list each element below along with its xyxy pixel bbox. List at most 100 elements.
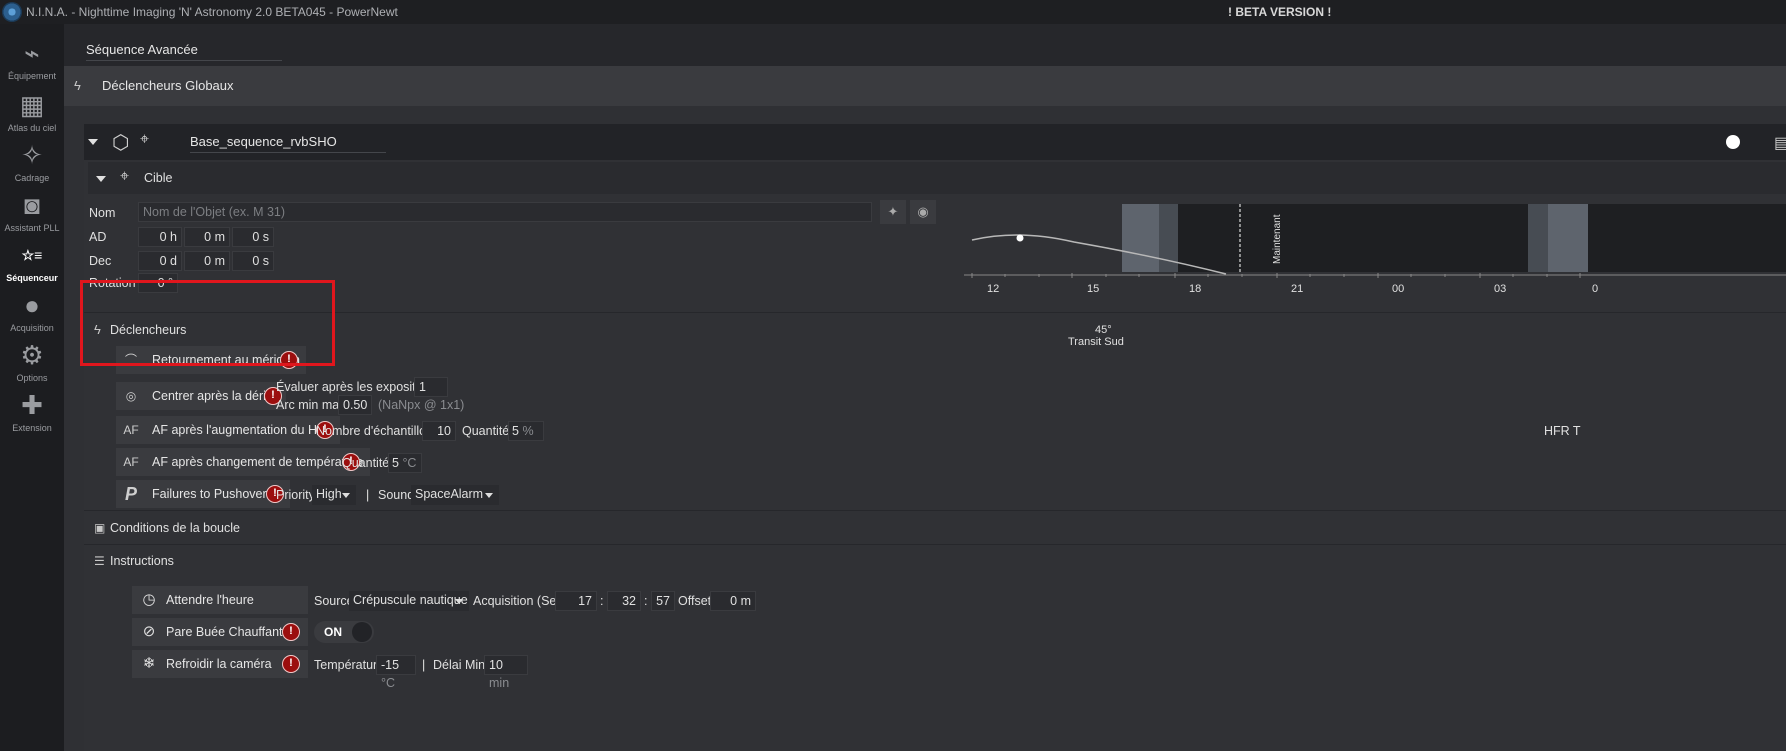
trigger-name: AF après changement de température: [152, 455, 364, 469]
sound-dropdown[interactable]: SpaceAlarm: [411, 485, 499, 505]
location-pin-icon[interactable]: ◉: [910, 200, 936, 224]
target-section-label: Cible: [144, 171, 173, 185]
sidebar-item-equipment[interactable]: ⌁ Équipement: [0, 38, 64, 81]
collapse-chevron-icon[interactable]: [96, 176, 106, 182]
instruction-cool-camera[interactable]: ❄ Refroidir la caméra !: [132, 650, 308, 678]
sidebar-item-extension[interactable]: ✚ Extension: [0, 390, 64, 433]
clock-icon: ◷: [142, 591, 156, 608]
sidebar-item-label: Extension: [12, 423, 52, 433]
delay-label: Délai Min.: [433, 658, 489, 672]
instruction-dew-heater[interactable]: ⊘ Pare Buée Chauffant !: [132, 618, 308, 646]
now-label: Maintenant: [1272, 214, 1283, 264]
quantity-value: 5: [512, 424, 519, 438]
nina-logo-icon: [2, 2, 22, 22]
delay-input[interactable]: 10 min: [484, 655, 528, 690]
ra-label: AD: [89, 230, 107, 244]
warning-icon: !: [282, 623, 300, 641]
sidebar-item-label: Atlas du ciel: [7, 123, 57, 133]
ra-hours-input[interactable]: 0 h: [138, 227, 182, 247]
sidebar-item-options[interactable]: ⚙ Options: [0, 340, 64, 383]
target-icon: ◎: [125, 389, 137, 403]
offset-input[interactable]: 0 m: [710, 591, 756, 611]
separator: |: [366, 488, 370, 502]
transit-label: Transit Sud: [1068, 336, 1124, 348]
beta-banner: ! BETA VERSION !: [1228, 5, 1332, 19]
highlight-box: [80, 280, 335, 366]
x-tick: 12: [987, 283, 1000, 295]
clipboard-icon: ▣: [94, 521, 106, 535]
sidebar-item-imaging[interactable]: ● Acquisition: [0, 290, 64, 333]
quantity-label: Quantité: [342, 456, 390, 470]
global-triggers-label: Déclencheurs Globaux: [102, 78, 234, 93]
list-icon: ☰: [94, 554, 105, 568]
quantity-input[interactable]: 5 %: [508, 421, 544, 441]
instruction-name: Pare Buée Chauffant: [166, 625, 283, 639]
time-separator: :: [644, 594, 648, 608]
divider: [84, 510, 1786, 511]
dew-heater-icon: ⊘: [142, 623, 156, 640]
toggle-label: ON: [324, 625, 342, 639]
divider: [84, 312, 1786, 313]
ra-seconds-input[interactable]: 0 s: [232, 227, 274, 247]
warning-icon: !: [282, 655, 300, 673]
acquisition-label: Acquisition (Sec): [473, 594, 567, 608]
trigger-af-hfr[interactable]: AF AF après l'augmentation du HFR !: [116, 416, 340, 444]
source-label: Source: [314, 594, 354, 608]
x-tick: 00: [1392, 283, 1405, 295]
puzzle-icon: ✚: [21, 390, 43, 420]
sidebar-item-polar-alignment[interactable]: ◙ Assistant PLL: [0, 190, 64, 233]
second-input[interactable]: 57: [651, 591, 675, 611]
eval-after-input[interactable]: 1: [414, 377, 448, 397]
dec-degrees-input[interactable]: 0 d: [138, 251, 182, 271]
minute-input[interactable]: 32: [607, 591, 641, 611]
delay-unit: min: [489, 676, 510, 690]
temperature-label: Température: [314, 658, 385, 672]
trigger-center-after-drift[interactable]: ◎ Centrer après la dérive !: [116, 382, 286, 410]
page-title: Séquence Avancée: [86, 42, 282, 61]
trigger-failures-pushover[interactable]: P Failures to Pushover !: [116, 480, 290, 508]
ra-minutes-input[interactable]: 0 m: [184, 227, 230, 247]
temperature-value: -15: [381, 658, 400, 672]
temperature-input[interactable]: -15 °C: [376, 655, 416, 690]
dec-label: Dec: [89, 254, 112, 268]
equipment-icon: ⌁: [24, 38, 40, 68]
dec-minutes-input[interactable]: 0 m: [184, 251, 230, 271]
page-header: Séquence Avancée: [64, 24, 1786, 66]
quantity-unit: %: [522, 424, 534, 438]
x-tick: 18: [1189, 283, 1202, 295]
sidebar-item-sequencer[interactable]: ☆≡ Séquenceur: [0, 240, 64, 283]
object-name-input[interactable]: Nom de l'Objet (ex. M 31): [138, 202, 872, 222]
sidebar-item-framing[interactable]: ✧ Cadrage: [0, 140, 64, 183]
title-bar: N.I.N.A. - Nighttime Imaging 'N' Astrono…: [0, 0, 1786, 24]
sequence-name[interactable]: Base_sequence_rvbSHO: [190, 134, 386, 153]
collapse-chevron-icon[interactable]: [88, 139, 98, 145]
trigger-af-temperature[interactable]: AF AF après changement de température !: [116, 448, 370, 476]
sidebar-item-label: Séquenceur: [6, 273, 58, 283]
dew-heater-toggle[interactable]: ON: [314, 621, 374, 643]
x-tick: 03: [1494, 283, 1507, 295]
temperature-quantity-input[interactable]: 5 °C: [388, 453, 422, 473]
sequence-container: ⬡ ⌖ Base_sequence_rvbSHO ▤ ⌖ Cible Nom N…: [84, 124, 1786, 751]
sound-label: Sound: [378, 488, 415, 502]
search-star-icon[interactable]: ✦: [880, 200, 906, 224]
time-separator: :: [600, 594, 604, 608]
global-triggers-bar[interactable]: ϟ Déclencheurs Globaux: [64, 66, 1786, 106]
status-dot: [1726, 135, 1740, 149]
save-icon[interactable]: ▤: [1774, 133, 1786, 153]
arc-min-input[interactable]: 0.50: [338, 395, 372, 415]
sidebar-item-label: Cadrage: [14, 173, 50, 183]
sequencer-icon: ☆≡: [21, 247, 43, 263]
sidebar-item-label: Équipement: [7, 71, 57, 81]
samples-input[interactable]: 10: [422, 421, 456, 441]
loop-conditions-label[interactable]: Conditions de la boucle: [110, 521, 240, 535]
dec-seconds-input[interactable]: 0 s: [232, 251, 274, 271]
sidebar-item-sky-atlas[interactable]: ▦ Atlas du ciel: [0, 90, 64, 133]
sidebar: ⌁ Équipement ▦ Atlas du ciel ✧ Cadrage ◙ Ass…: [0, 24, 64, 751]
sequence-header: ⬡ ⌖ Base_sequence_rvbSHO ▤: [84, 124, 1786, 160]
priority-dropdown[interactable]: High: [312, 485, 356, 505]
instruction-wait-time[interactable]: ◷ Attendre l'heure: [132, 586, 308, 614]
telescope-icon: ⌖: [140, 131, 150, 148]
hour-input[interactable]: 17: [555, 591, 597, 611]
polar-alignment-icon: ◙: [24, 190, 40, 220]
source-dropdown[interactable]: Crépuscule nautique: [349, 591, 469, 611]
